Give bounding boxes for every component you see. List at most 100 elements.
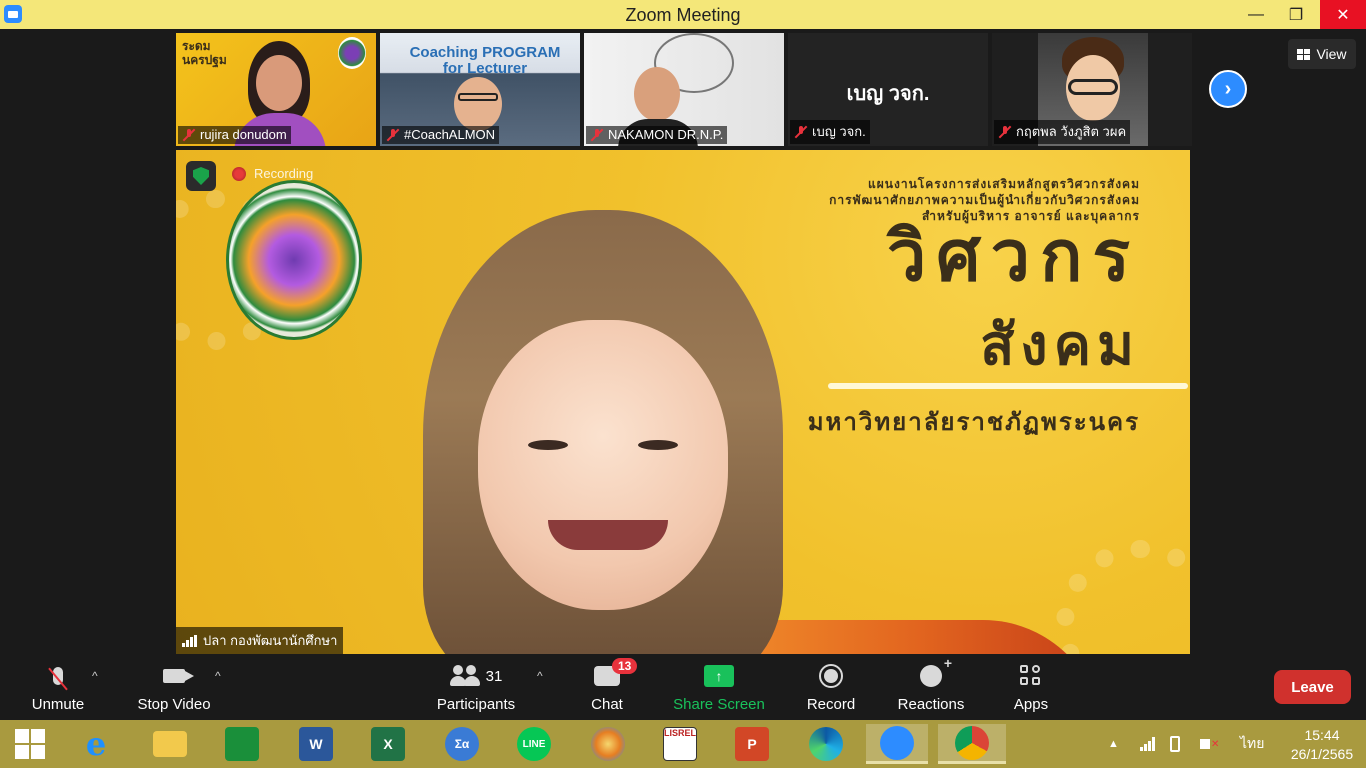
taskbar-excel[interactable]: X (362, 724, 414, 764)
speaker-mouth (548, 520, 668, 550)
share-screen-label: Share Screen (673, 696, 765, 713)
recording-dot-icon (232, 166, 246, 181)
reactions-label: Reactions (897, 696, 965, 713)
audio-options-caret[interactable]: ^ (92, 669, 98, 683)
glasses-icon (1068, 79, 1118, 95)
taskbar-paint[interactable] (582, 724, 634, 764)
active-speaker-video[interactable]: แผนงานโครงการส่งเสริมหลักสูตรวิศวกรสังคม… (176, 150, 1190, 654)
participants-button[interactable]: 31 Participants (434, 659, 518, 713)
participant-name: #CoachALMON (404, 127, 496, 142)
close-button[interactable]: ✕ (1320, 0, 1366, 29)
record-icon (819, 664, 843, 688)
minimize-button[interactable]: — (1236, 0, 1276, 29)
math-icon: Σα (445, 727, 479, 761)
participant-tile[interactable]: ระดม นครปฐม rujira donudom (176, 33, 376, 146)
windows-taskbar: e W X Σα LINE LISREL P ▲ ✕ ไทย 15:44 26/… (0, 720, 1366, 768)
participant-name: rujira donudom (200, 127, 287, 142)
tile-overlay-text: Coaching PROGRAM for Lecturer (409, 44, 561, 77)
participants-icon (449, 665, 480, 687)
taskbar-file-explorer[interactable] (144, 724, 196, 764)
participant-name: กฤตพล วังภูสิต วผค (1016, 124, 1127, 139)
participant-face (454, 77, 502, 131)
speaker-name: ปลา กองพัฒนานักศึกษา (203, 633, 338, 648)
participants-count: 31 (485, 667, 503, 685)
participant-tile[interactable]: เบญ วจก. เบญ วจก. (788, 33, 988, 146)
taskbar-word[interactable]: W (290, 724, 342, 764)
unmute-button[interactable]: Unmute (28, 659, 88, 713)
powerpoint-icon: P (735, 727, 769, 761)
gear-decoration-icon (1056, 540, 1190, 654)
participant-tile[interactable]: กฤตพล วังภูสิต วผค (992, 33, 1192, 146)
slide-title-line2: สังคม (980, 313, 1140, 376)
lisrel-icon: LISREL (663, 727, 697, 761)
taskbar-edge[interactable] (800, 724, 852, 764)
slide-title-line1: วิศวกร (886, 217, 1140, 295)
edge-icon (809, 727, 843, 761)
volume-muted-icon[interactable]: ✕ (1200, 720, 1219, 768)
apps-button[interactable]: Apps (1010, 659, 1052, 713)
maximize-button[interactable]: ❐ (1276, 0, 1316, 29)
video-camera-icon (163, 669, 194, 683)
participant-face (634, 67, 680, 121)
taskbar-math[interactable]: Σα (436, 724, 488, 764)
language-indicator[interactable]: ไทย (1240, 720, 1264, 768)
stop-video-button[interactable]: Stop Video (134, 659, 214, 713)
participant-tile[interactable]: Coaching PROGRAM for Lecturer #CoachALMO… (380, 33, 580, 146)
speaker-eye (638, 440, 678, 450)
tile-nameplate: เบญ วจก. (790, 120, 870, 144)
start-button[interactable] (4, 724, 56, 764)
clock-date: 26/1/2565 (1290, 746, 1354, 762)
ie-icon: e (85, 725, 107, 763)
mic-muted-icon (386, 128, 400, 142)
mic-muted-icon (590, 128, 604, 142)
participants-label: Participants (436, 696, 516, 713)
participants-options-caret[interactable]: ^ (537, 669, 543, 683)
signal-strength-icon (182, 634, 197, 647)
mic-muted-icon (182, 128, 196, 142)
participant-name: NAKAMON DR.N.P. (608, 127, 724, 142)
chat-unread-badge: 13 (612, 658, 638, 674)
participant-strip: ระดม นครปฐม rujira donudom Coaching PROG… (176, 33, 1192, 146)
taskbar-lisrel[interactable]: LISREL (654, 724, 706, 764)
slide-subtitle-line: แผนงานโครงการส่งเสริมหลักสูตรวิศวกรสังคม (868, 177, 1140, 191)
participant-face (256, 55, 302, 111)
video-options-caret[interactable]: ^ (215, 669, 221, 683)
taskbar-powerpoint[interactable]: P (726, 724, 778, 764)
taskbar-chrome[interactable] (938, 724, 1006, 764)
recording-indicator: Recording (232, 166, 313, 181)
battery-icon[interactable] (1170, 720, 1180, 768)
taskbar-store[interactable] (216, 724, 268, 764)
tile-nameplate: กฤตพล วังภูสิต วผค (994, 120, 1131, 144)
windows-icon (15, 729, 45, 759)
reactions-button[interactable]: Reactions (896, 655, 966, 713)
taskbar-zoom[interactable] (866, 724, 928, 764)
taskbar-ie[interactable]: e (70, 724, 122, 764)
recording-label: Recording (254, 166, 314, 181)
encryption-shield-icon[interactable] (186, 161, 216, 191)
unmute-label: Unmute (31, 696, 85, 713)
taskbar-clock[interactable]: 15:44 26/1/2565 (1282, 726, 1362, 764)
record-button[interactable]: Record (804, 659, 858, 713)
record-label: Record (806, 696, 856, 713)
next-page-button[interactable]: › (1209, 70, 1247, 108)
apps-icon (1020, 665, 1042, 687)
view-button-label: View (1316, 46, 1347, 62)
chevron-right-icon: › (1224, 77, 1232, 100)
chat-label: Chat (591, 696, 623, 713)
mic-muted-icon (794, 125, 808, 139)
folder-icon (153, 731, 187, 757)
tray-overflow-icon[interactable]: ▲ (1108, 720, 1119, 768)
grid-icon (1297, 48, 1311, 60)
network-signal-icon[interactable] (1140, 720, 1155, 768)
share-screen-button[interactable]: ↑ Share Screen (672, 659, 766, 713)
tile-nameplate: NAKAMON DR.N.P. (586, 126, 728, 144)
view-button[interactable]: View (1288, 39, 1356, 69)
university-emblem-icon (338, 37, 366, 69)
zoom-icon (880, 725, 914, 760)
meeting-area: ระดม นครปฐม rujira donudom Coaching PROG… (0, 29, 1366, 655)
leave-button[interactable]: Leave (1274, 670, 1351, 704)
line-icon: LINE (517, 727, 551, 761)
participant-tile[interactable]: NAKAMON DR.N.P. (584, 33, 784, 146)
taskbar-line[interactable]: LINE (508, 724, 560, 764)
speaker-face (478, 320, 728, 610)
